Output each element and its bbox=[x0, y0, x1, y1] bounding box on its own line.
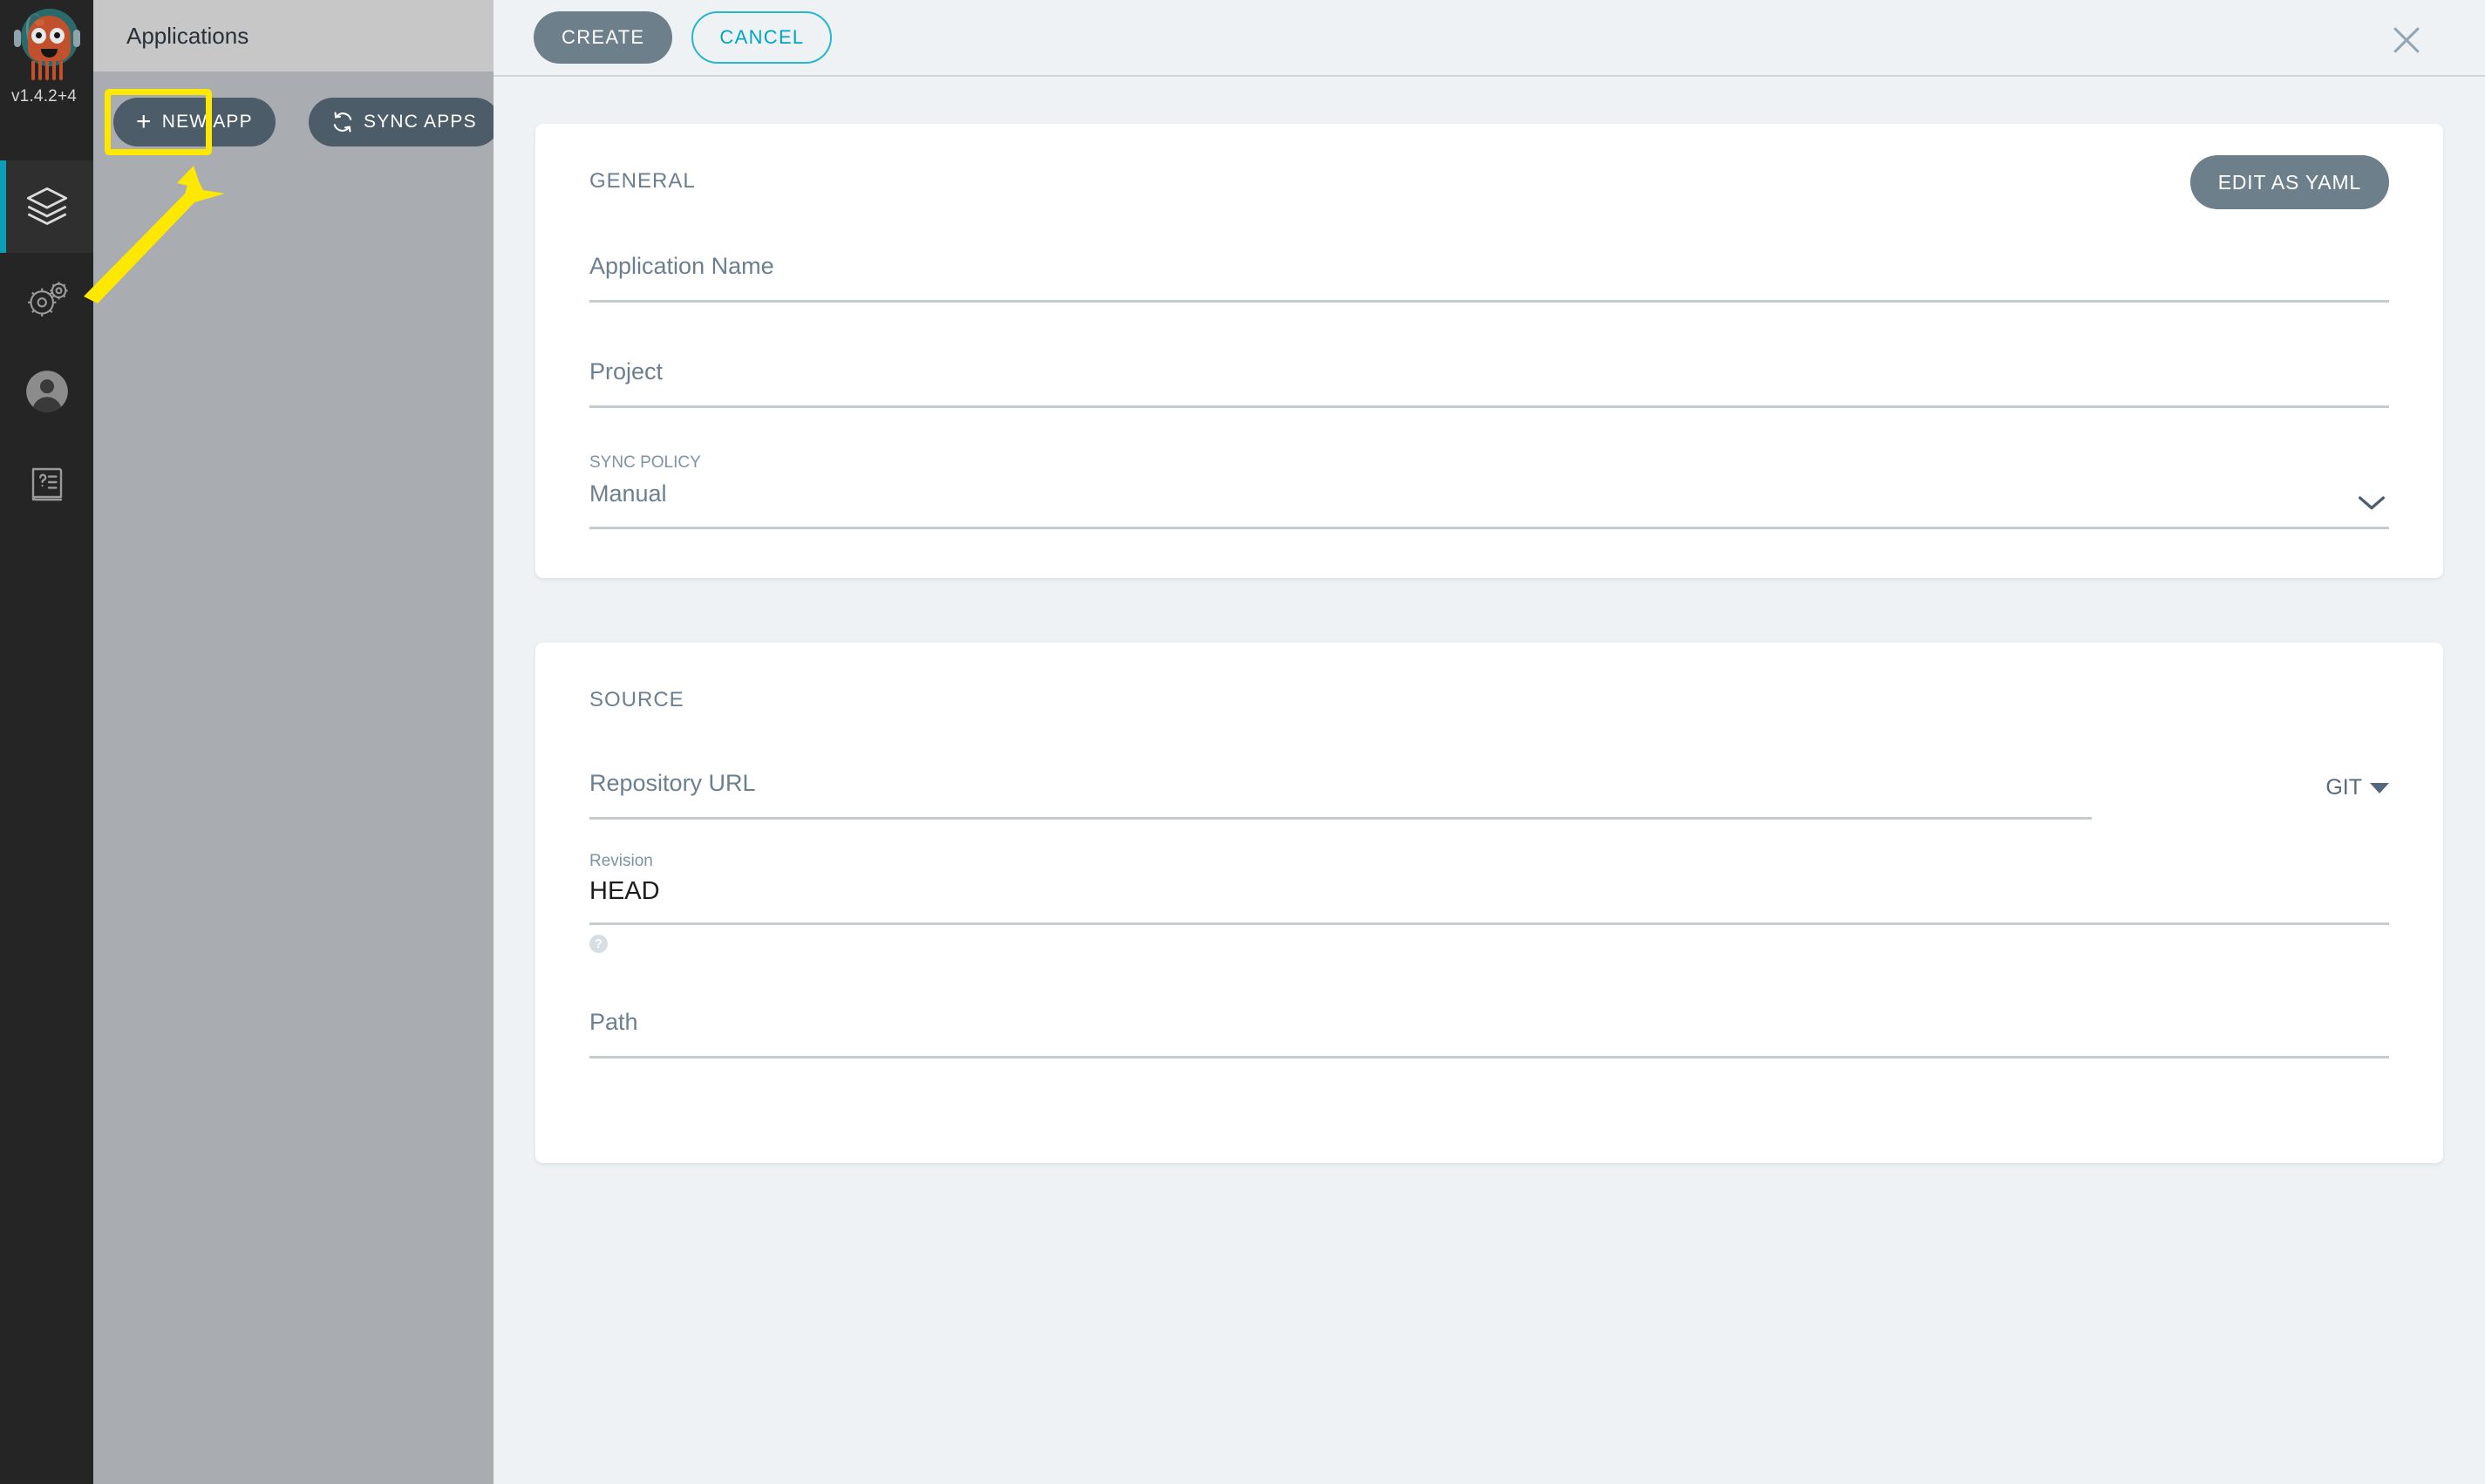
path-label: Path bbox=[589, 1009, 2389, 1036]
sync-refresh-icon bbox=[331, 111, 354, 133]
create-application-panel: CREATE CANCEL GENERAL EDIT AS YAML Appli… bbox=[494, 0, 2485, 1484]
application-name-label: Application Name bbox=[589, 253, 2389, 280]
sync-apps-button[interactable]: SYNC APPS bbox=[309, 98, 500, 146]
sidebar-item-documentation[interactable] bbox=[0, 438, 93, 530]
path-underline bbox=[589, 1056, 2389, 1059]
user-avatar-icon bbox=[24, 369, 70, 414]
modal-toolbar: CREATE CANCEL bbox=[494, 0, 2485, 77]
close-icon[interactable] bbox=[2387, 21, 2426, 59]
new-app-label: NEW APP bbox=[162, 112, 253, 133]
argo-logo[interactable]: v1.4.2+4 bbox=[0, 0, 93, 140]
create-button[interactable]: CREATE bbox=[534, 11, 672, 64]
sync-policy-underline bbox=[589, 527, 2389, 529]
sync-policy-label: SYNC POLICY bbox=[589, 453, 2389, 473]
repo-type-value: GIT bbox=[2325, 775, 2362, 800]
revision-underline bbox=[589, 922, 2389, 925]
application-name-field[interactable]: Application Name bbox=[589, 253, 2389, 303]
source-card: SOURCE Repository URL GIT Revision HEAD … bbox=[535, 643, 2443, 1163]
project-underline bbox=[589, 405, 2389, 408]
documentation-book-icon bbox=[26, 463, 68, 505]
sync-apps-label: SYNC APPS bbox=[364, 112, 477, 133]
argo-octopus-icon bbox=[9, 5, 85, 85]
revision-value: HEAD bbox=[589, 877, 2389, 906]
sidebar-item-user-info[interactable] bbox=[0, 345, 93, 438]
source-section-title: SOURCE bbox=[589, 688, 2389, 712]
repo-type-select[interactable]: GIT bbox=[2325, 775, 2389, 800]
sidebar-item-applications[interactable] bbox=[0, 160, 93, 253]
left-nav-rail: v1.4.2+4 bbox=[0, 0, 93, 1484]
plus-icon: + bbox=[136, 109, 153, 135]
path-field[interactable]: Path bbox=[589, 1009, 2389, 1059]
new-app-button[interactable]: + NEW APP bbox=[113, 98, 276, 146]
cancel-button[interactable]: CANCEL bbox=[691, 11, 832, 64]
sync-policy-field[interactable]: SYNC POLICY Manual bbox=[589, 453, 2389, 529]
revision-field[interactable]: Revision HEAD ? bbox=[589, 852, 2389, 953]
sync-policy-value: Manual bbox=[589, 480, 2389, 507]
gears-settings-icon bbox=[24, 276, 71, 322]
repository-url-underline bbox=[589, 817, 2092, 820]
edit-as-yaml-button[interactable]: EDIT AS YAML bbox=[2190, 155, 2389, 209]
project-field[interactable]: Project bbox=[589, 358, 2389, 408]
sidebar-item-settings[interactable] bbox=[0, 253, 93, 345]
help-icon[interactable]: ? bbox=[589, 935, 608, 953]
nav-item-list bbox=[0, 160, 93, 530]
version-label: v1.4.2+4 bbox=[11, 87, 77, 106]
application-name-underline bbox=[589, 300, 2389, 303]
layers-icon bbox=[24, 184, 70, 229]
caret-down-icon bbox=[2370, 783, 2389, 793]
dim-overlay-body bbox=[93, 71, 494, 1484]
general-section-title: GENERAL bbox=[589, 169, 2389, 194]
dim-overlay-header bbox=[93, 0, 494, 71]
chevron-down-icon[interactable] bbox=[2354, 491, 2389, 514]
revision-label: Revision bbox=[589, 852, 2389, 871]
app-root: Applications + NEW APP SYNC APPS bbox=[0, 0, 2485, 1484]
modal-form-body: GENERAL EDIT AS YAML Application Name Pr… bbox=[494, 78, 2485, 1484]
project-label: Project bbox=[589, 358, 2389, 385]
repository-url-label: Repository URL bbox=[589, 770, 2389, 797]
general-card: GENERAL EDIT AS YAML Application Name Pr… bbox=[535, 124, 2443, 578]
repository-url-field[interactable]: Repository URL GIT bbox=[589, 770, 2389, 820]
